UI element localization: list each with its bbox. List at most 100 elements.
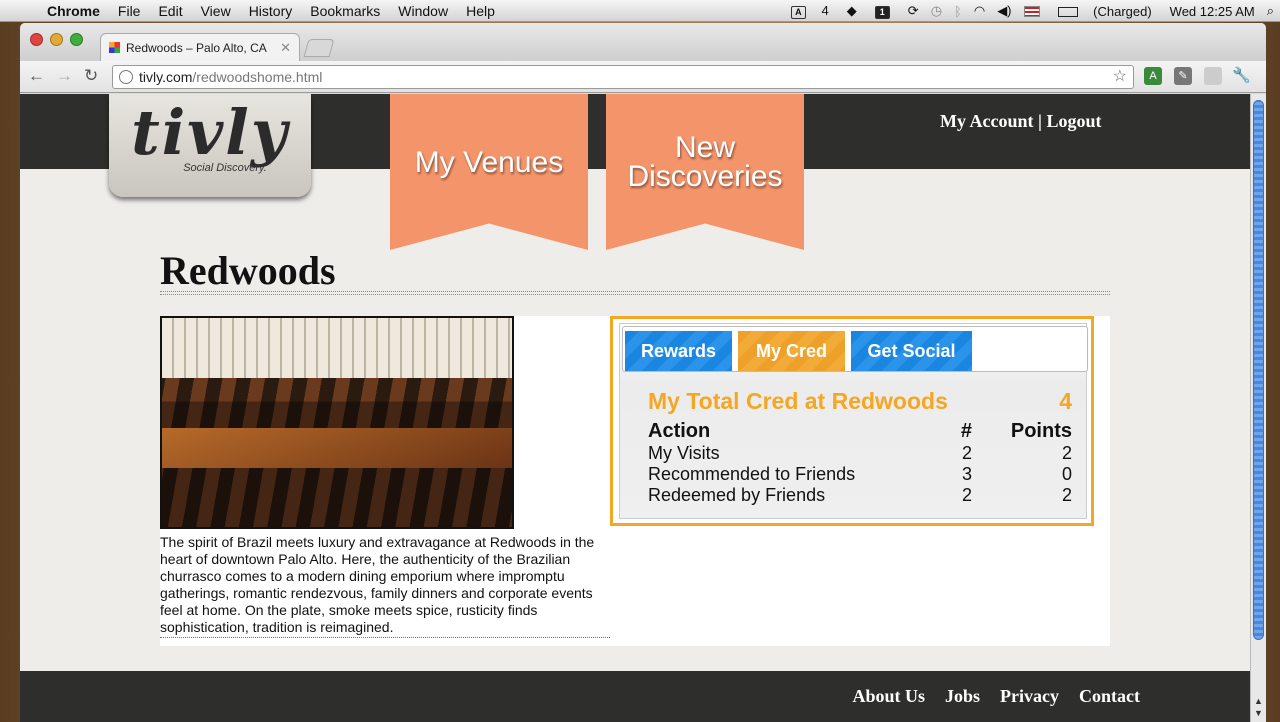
volume-icon[interactable]: ◀)	[997, 3, 1011, 19]
browser-window: Redwoods – Palo Alto, CA ✕ ← → ↻ tivly.c…	[20, 23, 1266, 722]
nav-new-discoveries[interactable]: New Discoveries	[606, 94, 804, 250]
scroll-up-icon[interactable]: ▲	[1254, 696, 1263, 706]
total-cred: My Total Cred at Redwoods 4	[648, 388, 1072, 415]
menu-edit[interactable]: Edit	[149, 3, 191, 19]
cred-table: Action # Points My Visits 2 2 Recommende…	[648, 420, 1072, 506]
menu-file[interactable]: File	[109, 3, 150, 19]
footer-privacy-link[interactable]: Privacy	[1000, 686, 1059, 707]
new-tab-button[interactable]	[303, 39, 335, 57]
close-window-button[interactable]	[30, 33, 43, 46]
row-count: 3	[961, 464, 972, 484]
minimize-window-button[interactable]	[50, 33, 63, 46]
logout-link[interactable]: Logout	[1046, 111, 1101, 131]
nav-my-venues-label: My Venues	[414, 145, 564, 179]
footer-jobs-link[interactable]: Jobs	[945, 686, 980, 707]
tab-my-cred[interactable]: My Cred	[738, 331, 845, 371]
footer-about-link[interactable]: About Us	[852, 686, 925, 707]
browser-toolbar: ← → ↻ tivly.com/redwoodshome.html ☆ A ✎ …	[20, 61, 1266, 93]
url-host: tivly.com	[139, 69, 193, 85]
vertical-scrollbar[interactable]: ▲ ▼	[1250, 94, 1266, 722]
table-row: Recommended to Friends 3 0	[648, 464, 1072, 485]
account-separator: |	[1038, 111, 1042, 131]
row-count: 2	[961, 443, 972, 463]
tab-get-social[interactable]: Get Social	[851, 331, 972, 371]
site-logo[interactable]: tivly Social Discovery.	[109, 94, 311, 197]
logo-text: tivly	[131, 96, 289, 169]
row-count: 2	[961, 485, 972, 505]
row-points: 2	[1061, 443, 1072, 463]
favicon-icon	[109, 42, 120, 53]
battery-icon[interactable]: (Charged)	[1052, 4, 1158, 19]
forward-icon[interactable]: →	[56, 66, 73, 86]
cred-panel-inner: Rewards My Cred Get Social My Total Cred…	[619, 323, 1088, 519]
scroll-down-icon[interactable]: ▼	[1254, 708, 1263, 718]
menu-window[interactable]: Window	[389, 3, 457, 19]
menu-bookmarks[interactable]: Bookmarks	[301, 3, 389, 19]
header-points: Points	[1010, 420, 1072, 442]
account-links: My Account | Logout	[940, 111, 1101, 132]
flag-icon[interactable]	[1023, 5, 1040, 17]
row-action: My Visits	[648, 443, 720, 463]
cred-panel: Rewards My Cred Get Social My Total Cred…	[610, 316, 1094, 526]
venue-photo	[160, 316, 514, 529]
bookmark-star-icon[interactable]: ☆	[1113, 66, 1127, 88]
row-action: Redeemed by Friends	[648, 485, 826, 505]
header-count: #	[960, 420, 972, 442]
globe-icon	[119, 70, 133, 84]
photo-ceiling	[162, 318, 512, 378]
venue-content: The spirit of Brazil meets luxury and ex…	[160, 316, 1110, 646]
title-bar: Redwoods – Palo Alto, CA ✕	[20, 23, 1266, 61]
adobe-icon[interactable]: A 4	[785, 3, 835, 19]
time-machine-icon[interactable]: ◷	[931, 3, 942, 19]
row-action: Recommended to Friends	[648, 464, 856, 484]
panel-tab-bar: Rewards My Cred Get Social	[622, 326, 1088, 372]
nav-my-venues[interactable]: My Venues	[390, 94, 588, 250]
header-action: Action	[648, 420, 711, 442]
title-divider	[160, 291, 1110, 295]
table-row: Redeemed by Friends 2 2	[648, 485, 1072, 506]
tab-rewards[interactable]: Rewards	[625, 331, 732, 371]
menu-history[interactable]: History	[240, 3, 302, 19]
spotlight-icon[interactable]: ⌕	[1267, 3, 1274, 19]
dropbox-icon[interactable]: ◆	[847, 3, 857, 19]
adobe-count: 4	[821, 3, 829, 18]
page-title: Redwoods	[160, 248, 336, 293]
menubar-status-area: A 4 ◆ 1 ⟳ ◷ ᛒ ◠ ◀) (Charged) Wed 12:25 A…	[779, 0, 1280, 22]
sync-icon[interactable]: ⟳	[908, 3, 919, 19]
tab-title: Redwoods – Palo Alto, CA	[126, 40, 267, 55]
desktop: Chrome File Edit View History Bookmarks …	[0, 0, 1280, 722]
zoom-window-button[interactable]	[70, 33, 83, 46]
bluetooth-icon[interactable]: ᛒ	[954, 4, 962, 19]
menu-app-name[interactable]: Chrome	[38, 3, 109, 19]
menu-help[interactable]: Help	[457, 3, 504, 19]
mac-menubar: Chrome File Edit View History Bookmarks …	[0, 0, 1280, 22]
one-icon[interactable]: 1	[869, 3, 896, 19]
my-account-link[interactable]: My Account	[940, 111, 1034, 131]
footer-contact-link[interactable]: Contact	[1079, 686, 1140, 707]
site-footer: About Us Jobs Privacy Contact	[20, 671, 1250, 722]
close-tab-icon[interactable]: ✕	[280, 40, 291, 56]
browser-tab[interactable]: Redwoods – Palo Alto, CA ✕	[100, 33, 300, 61]
row-points: 2	[1061, 485, 1072, 505]
evernote-extension-icon[interactable]: ✎	[1174, 67, 1192, 85]
total-cred-label: My Total Cred at Redwoods	[648, 388, 948, 414]
address-bar[interactable]: tivly.com/redwoodshome.html ☆	[112, 65, 1134, 89]
footer-links: About Us Jobs Privacy Contact	[852, 686, 1140, 707]
back-icon[interactable]: ←	[28, 66, 45, 86]
reload-icon[interactable]: ↻	[84, 66, 98, 86]
scrollbar-thumb[interactable]	[1253, 100, 1264, 640]
menu-view[interactable]: View	[192, 3, 240, 19]
nav-new-discoveries-label: New Discoveries	[627, 131, 783, 193]
total-cred-value: 4	[1059, 388, 1072, 414]
photo-bar-counter	[162, 428, 512, 468]
wifi-icon[interactable]: ◠	[974, 3, 985, 19]
cred-table-header: Action # Points	[648, 420, 1072, 443]
battery-status: (Charged)	[1093, 3, 1152, 19]
row-points: 0	[1061, 464, 1072, 484]
translate-extension-icon[interactable]: A	[1144, 67, 1162, 85]
window-controls	[30, 33, 83, 46]
url-path: /redwoodshome.html	[192, 69, 323, 85]
clock[interactable]: Wed 12:25 AM	[1170, 4, 1255, 19]
wrench-menu-icon[interactable]: 🔧	[1232, 67, 1251, 85]
extension-icon[interactable]	[1204, 67, 1222, 85]
